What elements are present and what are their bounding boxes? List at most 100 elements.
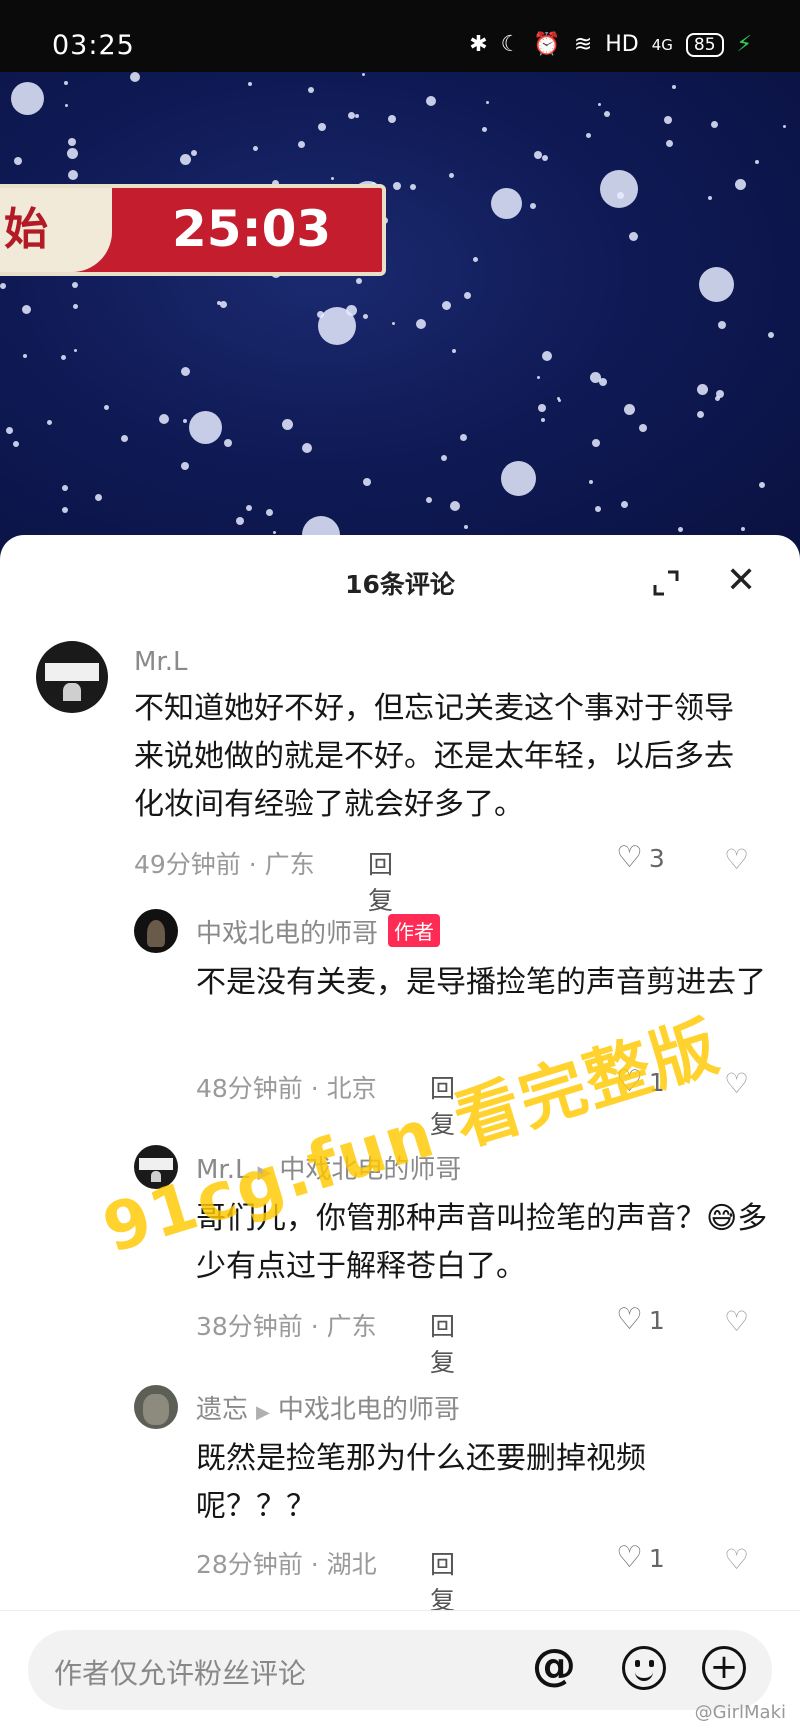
countdown-banner: 始 25:03 (0, 184, 386, 276)
snowflake (181, 367, 190, 376)
snowflake (302, 443, 312, 453)
snowflake (473, 257, 478, 262)
snowflake (180, 154, 191, 165)
reply-arrow-icon: ▶ (256, 1402, 270, 1423)
snowflake (318, 307, 356, 345)
broken-heart-icon[interactable]: ♡ (724, 1543, 749, 1576)
snowflake (253, 146, 258, 151)
snowflake (735, 179, 746, 190)
snowflake (248, 82, 252, 86)
snowflake (741, 527, 745, 531)
avatar[interactable] (134, 1385, 178, 1429)
comment-username[interactable]: Mr.L (134, 647, 188, 677)
banner-label: 始 (0, 188, 112, 272)
snowflake (678, 527, 683, 532)
comment-username: 中戏北电的师哥 作者 (196, 913, 441, 950)
snowflake (416, 319, 426, 329)
status-icons: ✱ ☾ ⏰ ≋ HD 4G 85 ⚡ (469, 32, 752, 57)
snowflake (542, 155, 548, 161)
avatar[interactable] (134, 909, 178, 953)
snowflake (664, 116, 672, 124)
snowflake (600, 170, 638, 208)
status-bar: 03:25 ✱ ☾ ⏰ ≋ HD 4G 85 ⚡ (0, 0, 800, 72)
snowflake (621, 501, 628, 508)
comment-input-bar[interactable]: 作者仅允许粉丝评论 @ + (28, 1630, 772, 1710)
bluetooth-icon: ✱ (469, 32, 488, 57)
comment-input[interactable]: 作者仅允许粉丝评论 (54, 1652, 306, 1692)
snowflake (393, 182, 401, 190)
snowflake (538, 404, 546, 412)
snowflake (755, 160, 759, 164)
comment-username: 遗忘 ▶ 中戏北电的师哥 (196, 1389, 460, 1426)
snowflake (356, 278, 362, 284)
snowflake (715, 396, 720, 401)
status-time: 03:25 (52, 30, 135, 61)
snowflake (718, 321, 726, 329)
snowflake (13, 441, 19, 447)
broken-heart-icon[interactable]: ♡ (724, 1305, 749, 1338)
like-count: 1 (648, 1543, 665, 1573)
reply-button[interactable]: 回复 (368, 845, 393, 917)
expand-icon[interactable] (652, 569, 680, 597)
snowflake (273, 531, 276, 534)
snowflake (442, 301, 451, 310)
snowflake (449, 173, 454, 178)
snowflake (592, 439, 600, 447)
snowflake (486, 101, 489, 104)
network-label: HD (605, 32, 639, 57)
snowflake (355, 114, 359, 118)
reply-button[interactable]: 回复 (430, 1545, 455, 1617)
like-count: 1 (648, 1305, 665, 1335)
snowflake (67, 148, 78, 159)
wifi-icon: ≋ (573, 32, 593, 57)
snowflake (68, 170, 78, 180)
snowflake (65, 104, 68, 107)
battery-indicator: 85 (685, 32, 724, 57)
snowflake (629, 232, 638, 241)
snowflake (426, 96, 436, 106)
snowflake (282, 419, 293, 430)
snowflake (501, 461, 536, 496)
broken-heart-icon[interactable]: ♡ (724, 843, 749, 876)
snowflake (482, 127, 487, 132)
like-button[interactable]: ♡ 1 (616, 1305, 665, 1335)
snowflake (74, 349, 77, 352)
snowflake (672, 85, 676, 89)
snowflake (711, 121, 718, 128)
snowflake (62, 485, 68, 491)
snowflake (308, 87, 314, 93)
like-button[interactable]: ♡ 3 (616, 843, 665, 873)
username-label[interactable]: 中戏北电的师哥 (196, 919, 378, 949)
snowflake (14, 157, 22, 165)
heart-icon: ♡ (616, 1302, 643, 1337)
reply-to-label[interactable]: 中戏北电的师哥 (278, 1395, 460, 1425)
snowflake (11, 82, 44, 115)
snowflake (541, 418, 545, 422)
snowflake (72, 282, 78, 288)
video-player[interactable]: 始 25:03 (0, 72, 800, 572)
avatar[interactable] (36, 641, 108, 713)
divider (0, 1610, 800, 1611)
snowflake (95, 494, 102, 501)
snowflake (441, 455, 447, 461)
plus-icon[interactable]: + (702, 1646, 746, 1690)
at-icon[interactable]: @ (532, 1640, 576, 1691)
username-label[interactable]: 遗忘 (196, 1395, 248, 1425)
reply-button[interactable]: 回复 (430, 1307, 455, 1379)
comment-meta: 28分钟前 · 湖北 (196, 1550, 377, 1579)
snowflake (61, 355, 66, 360)
moon-icon: ☾ (500, 32, 521, 57)
snowflake (181, 462, 189, 470)
close-icon[interactable]: ✕ (726, 563, 756, 599)
snowflake (388, 115, 396, 123)
comment-meta: 38分钟前 · 广东 (196, 1312, 377, 1341)
snowflake (23, 354, 27, 358)
snowflake (699, 267, 734, 302)
emoji-icon[interactable] (622, 1646, 666, 1690)
snowflake (534, 151, 542, 159)
snowflake (708, 196, 712, 200)
signal-label: 4G (651, 35, 673, 54)
like-button[interactable]: ♡ 1 (616, 1543, 665, 1573)
snowflake (22, 305, 31, 314)
snowflake (64, 81, 68, 85)
